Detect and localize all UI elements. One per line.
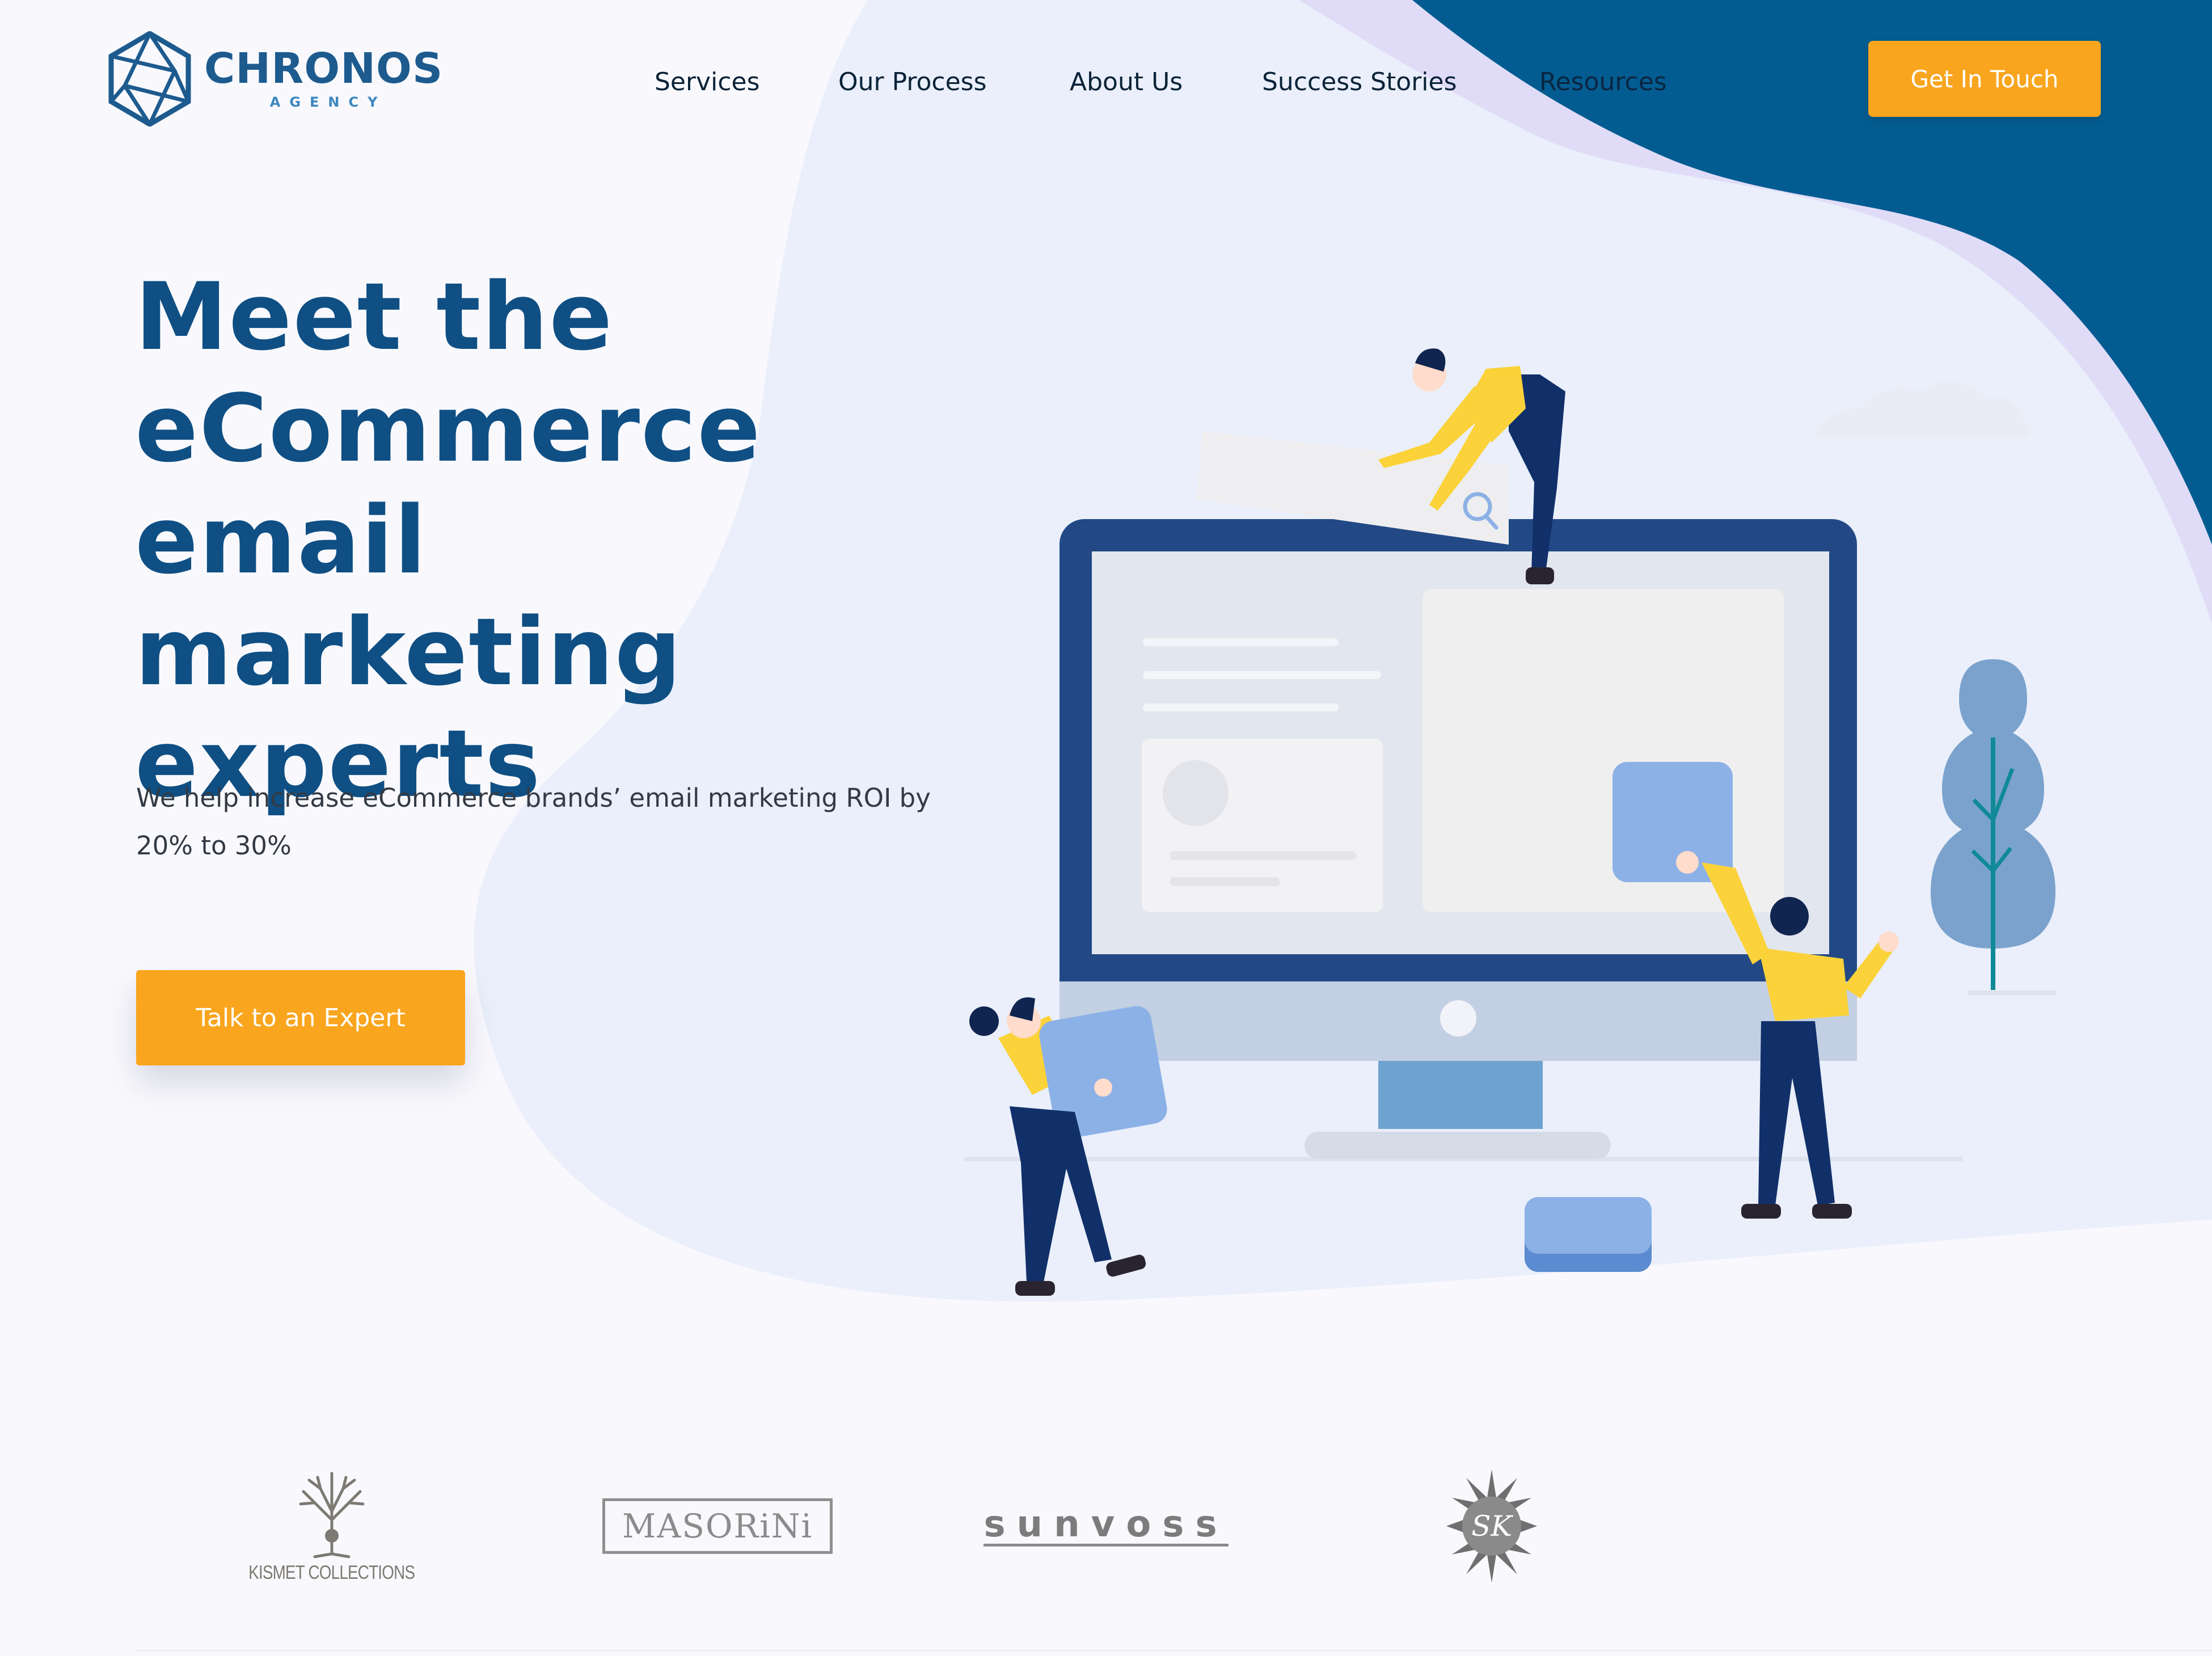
hero-title: Meet the eCommerce email marketing exper…	[135, 261, 986, 820]
nav-success-stories[interactable]: Success Stories	[1262, 62, 1457, 102]
nav-our-process[interactable]: Our Process	[838, 62, 987, 102]
avatar-placeholder	[1163, 760, 1229, 826]
nav-services[interactable]: Services	[655, 62, 760, 102]
section-divider	[136, 1650, 2212, 1651]
client-name-kismet: KISMET COLLECTIONS	[248, 1561, 415, 1583]
monitor-neck	[1378, 1055, 1543, 1129]
floating-block	[1525, 1197, 1652, 1254]
get-in-touch-button[interactable]: Get In Touch	[1868, 41, 2101, 117]
client-logo-sk: SK	[1429, 1452, 1554, 1600]
nav-about-us[interactable]: About Us	[1070, 62, 1183, 102]
nav-resources[interactable]: Resources	[1539, 62, 1667, 102]
talk-to-expert-button[interactable]: Talk to an Expert	[136, 970, 465, 1065]
client-logo-masorini: MASORiNi	[602, 1452, 833, 1600]
hero-title-line: Meet the	[135, 263, 614, 371]
cloud-icon	[1815, 381, 2031, 437]
power-dot	[1440, 1000, 1476, 1036]
hero-illustration	[964, 348, 2056, 1296]
hero-subtitle-line: 20% to 30%	[136, 831, 292, 861]
hero-subtitle: We help increase eCommerce brands’ email…	[136, 774, 942, 870]
blue-block	[1612, 762, 1733, 882]
client-name-sunvoss: sunvoss	[983, 1503, 1229, 1547]
client-logo-kismet: KISMET COLLECTIONS	[244, 1452, 420, 1600]
tree-logo-icon	[299, 1472, 365, 1558]
client-logo-sunvoss: sunvoss	[983, 1452, 1229, 1600]
hero-subtitle-line: We help increase eCommerce brands’ email…	[136, 783, 931, 813]
tree-icon	[1931, 659, 2056, 995]
profile-card	[1142, 739, 1383, 912]
client-name-sk: SK	[1471, 1510, 1512, 1543]
hero-title-line: email marketing	[135, 486, 683, 706]
monitor-base	[1305, 1132, 1611, 1159]
hero-title-line: eCommerce	[135, 374, 762, 483]
client-logos: KISMET COLLECTIONS MASORiNi sunvoss SK	[0, 1452, 2212, 1600]
figure-left	[969, 997, 1167, 1296]
client-name-masorini: MASORiNi	[602, 1498, 833, 1554]
